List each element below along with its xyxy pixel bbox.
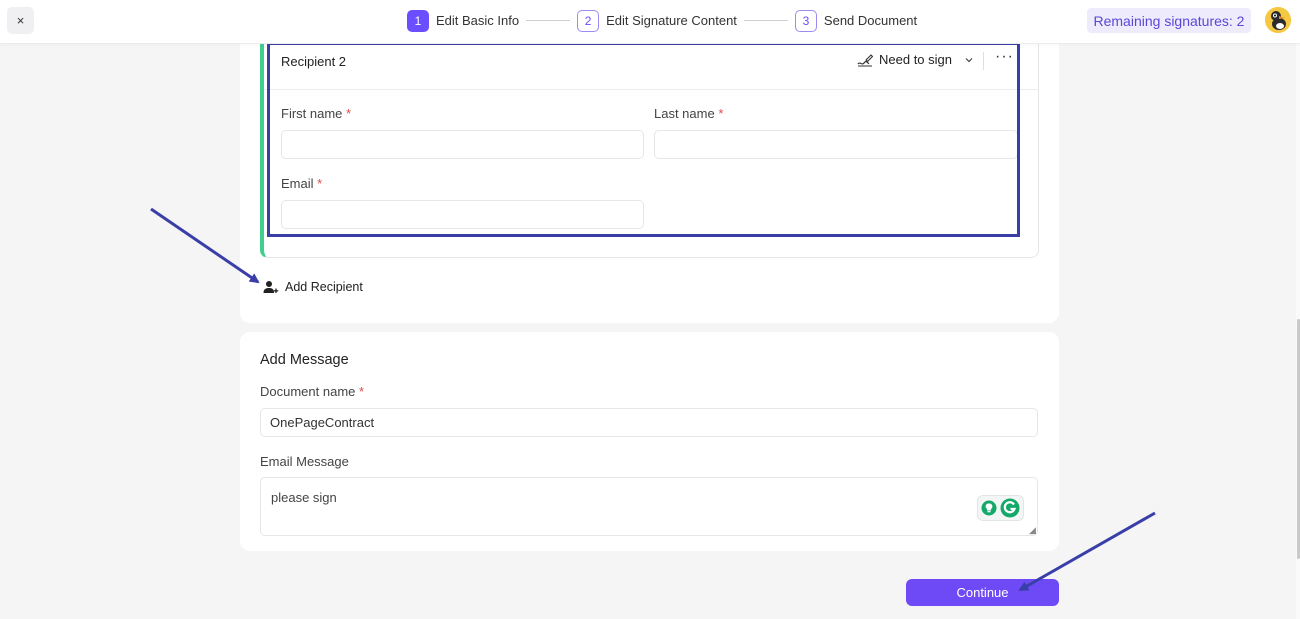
add-message-card: Add Message Document name * Email Messag… [240,332,1059,551]
step-label: Edit Basic Info [436,13,520,28]
step-connector [526,20,571,21]
add-recipient-button[interactable]: Add Recipient [263,280,363,294]
document-name-label-text: Document name [260,384,356,399]
signature-pen-icon [857,53,873,66]
document-name-field[interactable] [260,408,1038,437]
last-name-field[interactable] [654,130,1018,159]
required-mark: * [346,106,352,121]
first-name-field[interactable] [281,130,644,159]
step-number: 3 [794,9,817,32]
email-field[interactable] [281,200,644,229]
recipient-title: Recipient 2 [281,54,347,69]
step-edit-basic-info[interactable]: 1 Edit Basic Info [407,9,520,32]
continue-button[interactable]: Continue [906,579,1059,606]
email-message-label: Email Message [260,454,349,469]
divider [983,52,984,70]
grammarly-g-icon [1000,498,1020,518]
add-message-title: Add Message [260,352,349,368]
step-send-document[interactable]: 3 Send Document [794,9,918,32]
email-label-text: Email [281,176,314,191]
resize-handle-icon[interactable]: ◢ [1029,525,1036,536]
step-label: Edit Signature Content [606,13,737,28]
role-label: Need to sign [879,52,952,67]
scrollbar[interactable] [1296,44,1300,619]
role-dropdown[interactable]: Need to sign [857,52,974,67]
grammarly-widget[interactable] [977,495,1024,521]
recipient-header: Recipient 2 Need to sign ··· [264,44,1038,90]
close-icon: × [16,13,25,28]
document-name-label: Document name * [260,384,364,399]
last-name-label: Last name * [654,106,723,121]
required-mark: * [359,384,365,399]
step-label: Send Document [823,13,918,28]
step-number: 2 [577,9,600,32]
email-message-field[interactable]: please sign [260,477,1038,536]
stepper: 1 Edit Basic Info 2 Edit Signature Conte… [407,9,917,32]
close-button[interactable]: × [7,7,34,34]
email-label: Email * [281,176,322,191]
step-edit-signature-content[interactable]: 2 Edit Signature Content [577,9,737,32]
recipient-block: Recipient 2 Need to sign ··· First name … [260,30,1039,258]
add-user-icon [263,281,279,293]
avatar[interactable] [1265,7,1291,33]
chevron-down-icon [965,57,973,62]
required-mark: * [718,106,724,121]
add-recipient-label: Add Recipient [285,280,363,294]
first-name-label: First name * [281,106,351,121]
top-bar: × 1 Edit Basic Info 2 Edit Signature Con… [0,0,1300,44]
required-mark: * [317,176,323,191]
first-name-label-text: First name [281,106,343,121]
last-name-label-text: Last name [654,106,715,121]
step-number: 1 [407,9,429,32]
avatar-icon [1265,7,1291,33]
step-connector [743,20,788,21]
remaining-signatures-badge[interactable]: Remaining signatures: 2 [1087,8,1251,33]
more-options-icon[interactable]: ··· [995,48,1014,66]
lightbulb-icon [981,500,997,516]
